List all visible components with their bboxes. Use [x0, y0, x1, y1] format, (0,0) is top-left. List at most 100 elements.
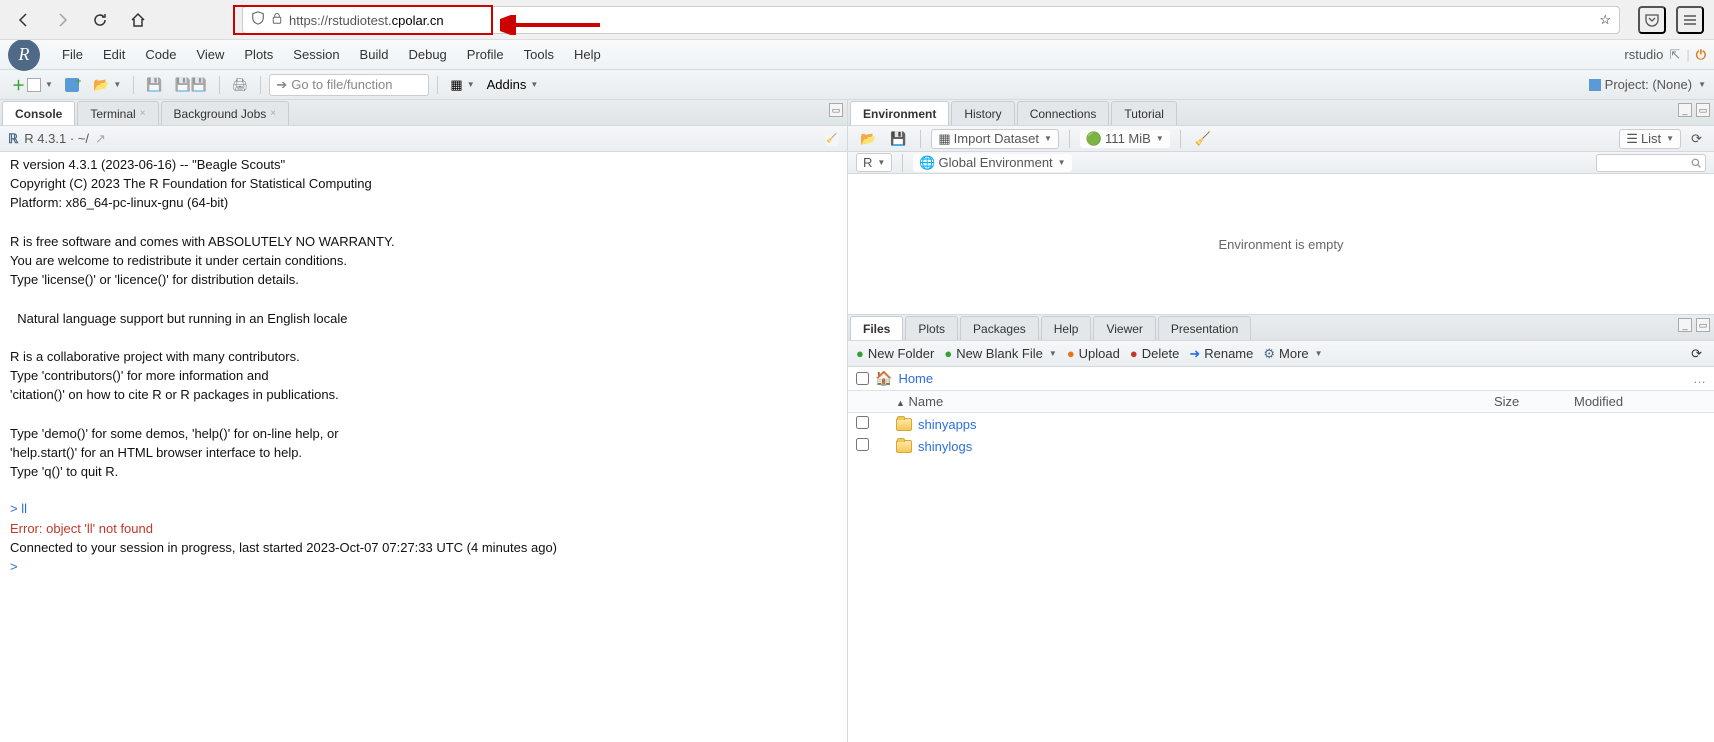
nav-reload-button[interactable] [86, 6, 114, 34]
menu-plots[interactable]: Plots [234, 40, 283, 69]
pane-minimize-icon[interactable]: _ [1678, 103, 1692, 117]
tab-presentation[interactable]: Presentation [1158, 316, 1251, 340]
tab-environment[interactable]: Environment [850, 101, 949, 125]
file-link[interactable]: shinyapps [918, 417, 977, 432]
tab-console[interactable]: Console [2, 101, 75, 125]
url-text: https://rstudiotest.cpolar.cn [289, 12, 1593, 28]
row-checkbox[interactable] [856, 438, 869, 451]
pane-maximize-icon[interactable]: ▭ [829, 103, 843, 117]
r-icon: ℝ [8, 131, 18, 147]
tab-files[interactable]: Files [850, 316, 903, 340]
rename-button[interactable]: ➜Rename [1189, 346, 1253, 362]
tab-plots[interactable]: Plots [905, 316, 958, 340]
tab-help[interactable]: Help [1041, 316, 1092, 340]
files-tabstrip: FilesPlotsPackagesHelpViewerPresentation… [848, 315, 1714, 341]
refresh-icon[interactable]: ⟳ [1687, 128, 1706, 150]
nav-back-button[interactable] [10, 6, 38, 34]
open-file-button[interactable]: 📂▼ [89, 74, 125, 96]
nav-home-button[interactable] [124, 6, 152, 34]
tab-tutorial[interactable]: Tutorial [1111, 101, 1177, 125]
file-link[interactable]: shinylogs [918, 439, 972, 454]
lock-icon [271, 11, 283, 28]
close-icon[interactable]: × [140, 108, 146, 119]
new-folder-button[interactable]: ●New Folder [856, 346, 934, 361]
menu-build[interactable]: Build [350, 40, 399, 69]
menu-file[interactable]: File [52, 40, 93, 69]
shield-icon [251, 11, 265, 28]
pane-minimize-icon[interactable]: _ [1678, 318, 1692, 332]
refresh-icon[interactable]: ⟳ [1687, 343, 1706, 365]
menu-tools[interactable]: Tools [514, 40, 564, 69]
url-bar[interactable]: https://rstudiotest.cpolar.cn ☆ [242, 6, 1620, 34]
popout-icon[interactable]: ⇱ [1669, 47, 1680, 63]
browser-chrome: https://rstudiotest.cpolar.cn ☆ [0, 0, 1714, 40]
env-scope-toolbar: R▼ 🌐 Global Environment▼ [848, 152, 1714, 174]
main-toolbar: ＋▼ + 📂▼ 💾 💾💾 🖨 ➔Go to file/function ▦▼ A… [0, 70, 1714, 100]
tab-packages[interactable]: Packages [960, 316, 1039, 340]
path-ellipsis-button[interactable]: … [1693, 371, 1706, 386]
folder-icon [896, 418, 912, 431]
popout-icon[interactable]: ↗ [95, 131, 106, 147]
console-output[interactable]: R version 4.3.1 (2023-06-16) -- "Beagle … [0, 152, 847, 742]
menu-debug[interactable]: Debug [398, 40, 456, 69]
pane-maximize-icon[interactable]: ▭ [1696, 103, 1710, 117]
list-view-button[interactable]: ☰ List▼ [1619, 129, 1681, 149]
breadcrumb-home[interactable]: Home [898, 371, 933, 386]
home-icon[interactable]: 🏠 [875, 370, 892, 387]
menubar: R FileEditCodeViewPlotsSessionBuildDebug… [0, 40, 1714, 70]
menu-view[interactable]: View [186, 40, 234, 69]
upload-button[interactable]: ●Upload [1067, 346, 1120, 361]
project-icon [1589, 79, 1601, 91]
power-icon[interactable]: ⏻ [1696, 47, 1706, 63]
addins-button[interactable]: Addins▼ [483, 74, 543, 96]
save-workspace-icon[interactable]: 💾 [886, 128, 910, 150]
env-empty-message: Environment is empty [848, 174, 1714, 314]
new-project-button[interactable]: + [61, 74, 85, 96]
print-button[interactable]: 🖨 [228, 74, 253, 96]
clear-objects-icon[interactable]: 🧹 [1191, 128, 1215, 150]
tab-terminal[interactable]: Terminal × [77, 101, 158, 125]
select-all-checkbox[interactable] [856, 372, 869, 385]
file-row[interactable]: shinyapps [848, 413, 1714, 435]
star-icon[interactable]: ☆ [1599, 12, 1611, 28]
more-button[interactable]: ⚙More▼ [1263, 346, 1322, 362]
tab-history[interactable]: History [951, 101, 1014, 125]
tab-viewer[interactable]: Viewer [1093, 316, 1155, 340]
nav-forward-button[interactable] [48, 6, 76, 34]
menu-edit[interactable]: Edit [93, 40, 135, 69]
row-checkbox[interactable] [856, 416, 869, 429]
new-file-button[interactable]: ＋▼ [8, 74, 57, 96]
clear-console-icon[interactable]: 🧹 [825, 132, 839, 146]
file-row[interactable]: shinylogs [848, 435, 1714, 457]
env-scope-button[interactable]: 🌐 Global Environment▼ [913, 154, 1071, 172]
tab-connections[interactable]: Connections [1017, 101, 1110, 125]
import-dataset-button[interactable]: ▦ Import Dataset▼ [931, 129, 1058, 149]
goto-file-input[interactable]: ➔Go to file/function [269, 74, 429, 96]
menu-profile[interactable]: Profile [457, 40, 514, 69]
console-header: ℝ R 4.3.1 · ~/ ↗ 🧹 [0, 126, 847, 152]
env-search-input[interactable] [1596, 154, 1706, 172]
hamburger-icon[interactable] [1676, 6, 1704, 34]
pocket-icon[interactable] [1638, 6, 1666, 34]
menu-session[interactable]: Session [283, 40, 349, 69]
load-workspace-icon[interactable]: 📂 [856, 128, 880, 150]
memory-usage-button[interactable]: 🟢 111 MiB▼ [1080, 130, 1170, 148]
tab-background-jobs[interactable]: Background Jobs × [161, 101, 290, 125]
view-grid-button[interactable]: ▦▼ [446, 74, 478, 96]
menu-help[interactable]: Help [564, 40, 611, 69]
files-column-header: ▲ Name Size Modified [848, 391, 1714, 413]
close-icon[interactable]: × [270, 108, 276, 119]
save-all-button[interactable]: 💾💾 [171, 74, 211, 96]
files-toolbar: ●New Folder ●New Blank File▼ ●Upload ●De… [848, 341, 1714, 367]
menu-code[interactable]: Code [135, 40, 186, 69]
pane-maximize-icon[interactable]: ▭ [1696, 318, 1710, 332]
env-toolbar: 📂 💾 ▦ Import Dataset▼ 🟢 111 MiB▼ 🧹 ☰ Lis… [848, 126, 1714, 152]
new-blank-file-button[interactable]: ●New Blank File▼ [944, 346, 1056, 361]
user-label: rstudio [1624, 47, 1663, 62]
project-label[interactable]: Project: (None) [1605, 77, 1692, 92]
r-engine-button[interactable]: R▼ [856, 153, 892, 172]
save-button[interactable]: 💾 [142, 74, 166, 96]
folder-icon [896, 440, 912, 453]
annotation-arrow [500, 15, 610, 35]
delete-button[interactable]: ●Delete [1130, 346, 1179, 361]
